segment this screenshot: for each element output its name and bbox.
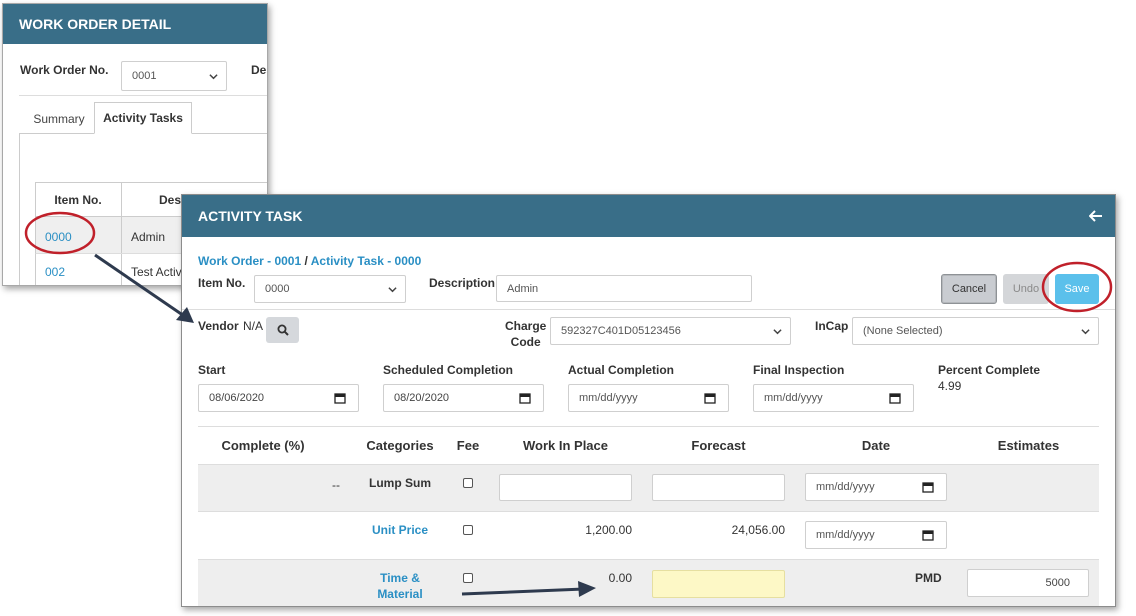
actual-completion-placeholder: mm/dd/yyyy	[579, 392, 638, 404]
col-work-in-place: Work In Place	[522, 438, 608, 453]
actual-completion-input[interactable]: mm/dd/yyyy	[568, 384, 729, 412]
col-forecast: Forecast	[691, 438, 746, 453]
work-order-select[interactable]: 0001	[121, 61, 227, 91]
pmd-label: PMD	[915, 571, 942, 585]
charge-code-label-line1: Charge	[505, 319, 547, 333]
final-inspection-input[interactable]: mm/dd/yyyy	[753, 384, 914, 412]
work-order-select-value: 0001	[132, 70, 157, 82]
calendar-icon[interactable]	[704, 392, 716, 404]
cancel-button-label: Cancel	[951, 283, 987, 295]
start-date-input[interactable]: 08/06/2020	[198, 384, 359, 412]
grid-top-border	[198, 426, 1099, 427]
chevron-down-icon	[209, 74, 218, 80]
vendor-value: N/A	[243, 319, 264, 333]
chevron-down-icon	[773, 329, 782, 335]
item-no-select-value: 0000	[265, 283, 290, 295]
col-fee: Fee	[456, 438, 480, 453]
chevron-down-icon	[388, 287, 397, 293]
activity-task-header: ACTIVITY TASK	[182, 195, 1115, 237]
actual-completion-label: Actual Completion	[568, 363, 675, 377]
annotation-arrow-to-vendor	[94, 253, 194, 323]
scheduled-completion-value: 08/20/2020	[394, 392, 450, 404]
category-lump-sum: Lump Sum	[369, 476, 431, 490]
incap-select[interactable]: (None Selected)	[852, 317, 1099, 345]
calendar-icon[interactable]	[334, 392, 346, 404]
charge-code-value: 592327C401D05123456	[561, 325, 681, 337]
row-date-placeholder: mm/dd/yyyy	[816, 529, 875, 541]
forecast-highlight-input[interactable]	[652, 570, 785, 598]
divider	[19, 95, 267, 96]
item-no-select[interactable]: 0000	[254, 275, 406, 303]
estimate-value: 5000	[1045, 577, 1070, 589]
category-unit-price[interactable]: Unit Price	[332, 523, 468, 537]
col-complete: Complete (%)	[221, 438, 305, 453]
start-date-value: 08/06/2020	[209, 392, 265, 404]
description-input-value: Admin	[507, 282, 539, 295]
breadcrumb-work-order[interactable]: Work Order - 0001	[198, 254, 301, 268]
forecast-amount: 24,056.00	[731, 523, 785, 537]
calendar-icon[interactable]	[889, 392, 901, 404]
percent-complete-value: 4.99	[938, 379, 962, 393]
row-date-input[interactable]: mm/dd/yyyy	[805, 473, 947, 501]
annotation-circle-save	[1041, 261, 1113, 313]
row-date-placeholder: mm/dd/yyyy	[816, 481, 875, 493]
incap-value: (None Selected)	[863, 325, 943, 337]
work-order-header: WORK ORDER DETAIL	[3, 4, 267, 44]
chevron-down-icon	[1081, 329, 1090, 335]
annotation-circle-item	[24, 211, 96, 255]
category-time-material[interactable]: Time & Material	[332, 570, 468, 602]
activity-task-title: ACTIVITY TASK	[198, 208, 303, 224]
estimate-input[interactable]: 5000	[967, 569, 1089, 597]
divider	[182, 309, 1115, 310]
tab-summary[interactable]: Summary	[23, 105, 95, 133]
col-estimates: Estimates	[997, 438, 1060, 453]
charge-code-label: Charge Code	[505, 318, 546, 350]
fee-checkbox[interactable]	[463, 525, 473, 535]
scheduled-completion-label: Scheduled Completion	[383, 363, 514, 377]
breadcrumb-activity-task[interactable]: Activity Task - 0000	[311, 254, 422, 268]
work-order-title: WORK ORDER DETAIL	[19, 16, 172, 32]
fee-checkbox[interactable]	[463, 478, 473, 488]
vendor-search-button[interactable]	[266, 317, 299, 343]
item-no-header: Item No.	[54, 193, 102, 207]
cancel-button[interactable]: Cancel	[941, 274, 997, 304]
calendar-icon[interactable]	[519, 392, 531, 404]
breadcrumb-separator: /	[304, 254, 308, 268]
description-input[interactable]: Admin	[496, 275, 752, 302]
undo-button-label: Undo	[1012, 283, 1040, 295]
calendar-icon[interactable]	[922, 529, 934, 541]
item-no-label: Item No.	[198, 276, 246, 290]
tab-activity-tasks-label: Activity Tasks	[103, 111, 183, 125]
final-inspection-placeholder: mm/dd/yyyy	[764, 392, 823, 404]
col-date: Date	[861, 438, 891, 453]
arrow-left-icon[interactable]	[1089, 210, 1103, 222]
start-label: Start	[198, 363, 226, 377]
row-date-input[interactable]: mm/dd/yyyy	[805, 521, 947, 549]
description-label: Description	[429, 276, 496, 290]
percent-complete-label: Percent Complete	[938, 363, 1041, 377]
work-in-place-input[interactable]	[499, 474, 632, 501]
category-time-material-line1: Time &	[380, 571, 420, 585]
description-label-partial: Des	[251, 63, 267, 77]
tab-summary-label: Summary	[33, 112, 85, 126]
scheduled-completion-input[interactable]: 08/20/2020	[383, 384, 544, 412]
incap-label: InCap	[815, 319, 849, 333]
item-link-002[interactable]: 002	[45, 265, 65, 279]
charge-code-select[interactable]: 592327C401D05123456	[550, 317, 791, 345]
annotation-arrow-to-time-material	[461, 581, 596, 597]
breadcrumb: Work Order - 0001 / Activity Task - 0000	[198, 254, 421, 268]
final-inspection-label: Final Inspection	[753, 363, 845, 377]
item-desc-admin: Admin	[131, 230, 166, 244]
forecast-input[interactable]	[652, 474, 785, 501]
calendar-icon[interactable]	[922, 481, 934, 493]
work-order-no-label: Work Order No.	[20, 63, 109, 77]
category-time-material-line2: Material	[377, 587, 423, 601]
search-icon	[277, 324, 289, 336]
items-table-divider	[121, 182, 122, 217]
tab-activity-tasks[interactable]: Activity Tasks	[94, 102, 192, 134]
vendor-label: Vendor	[198, 319, 239, 333]
charge-code-label-line2: Code	[510, 335, 541, 349]
activity-task-window: ACTIVITY TASK Work Order - 0001 / Activi…	[181, 194, 1116, 607]
work-in-place-amount: 1,200.00	[585, 523, 632, 537]
